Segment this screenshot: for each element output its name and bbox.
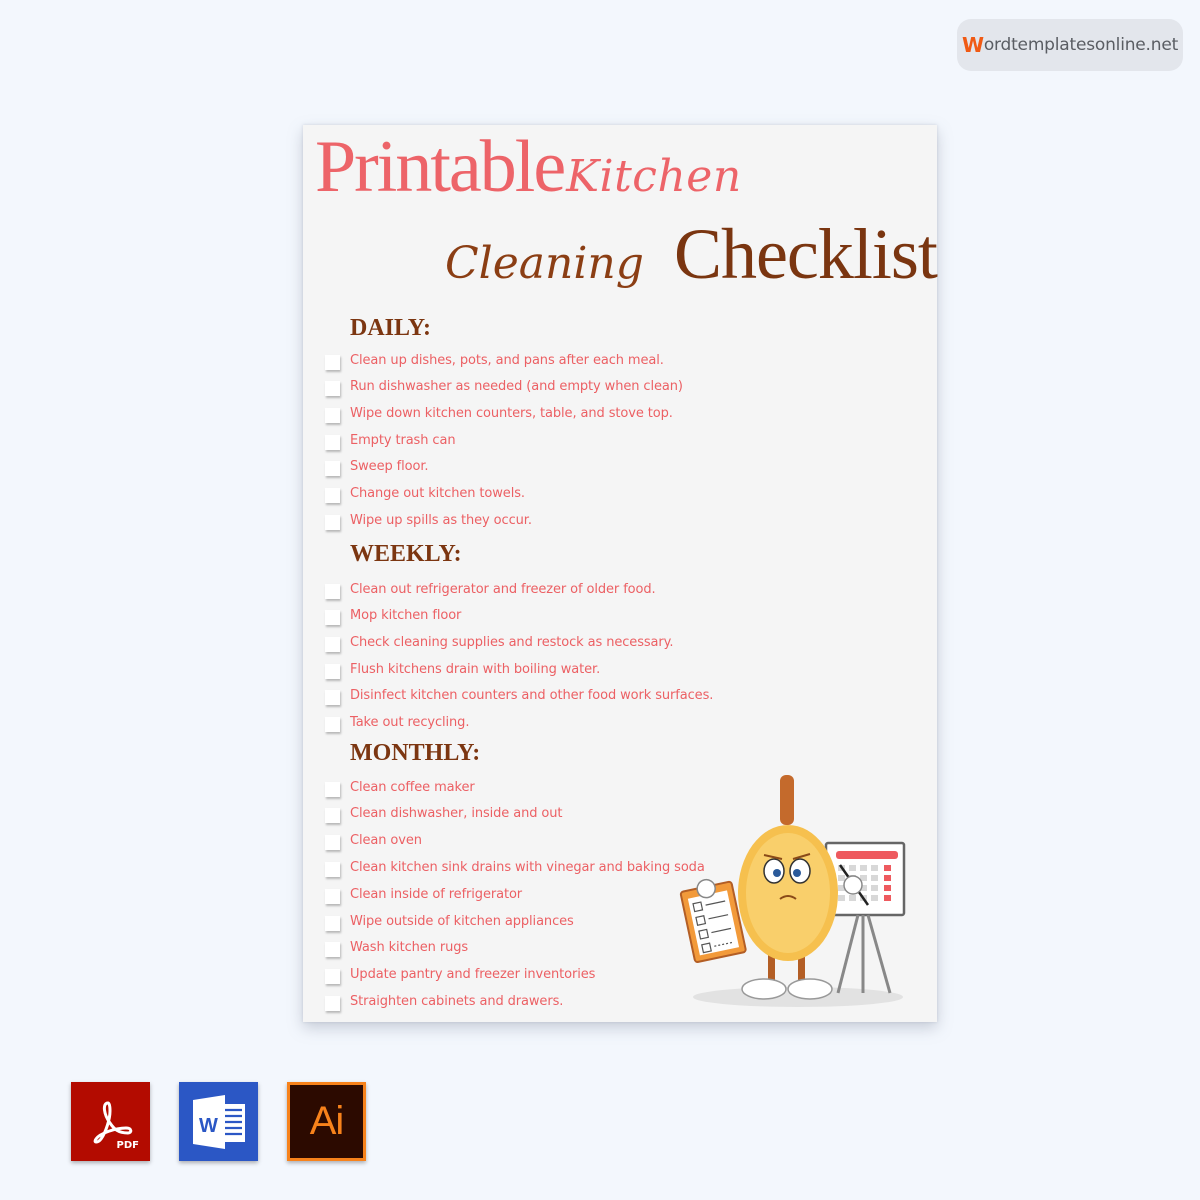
checklist-item[interactable]: Wipe up spills as they occur. (325, 510, 532, 530)
duster-handle (780, 775, 794, 825)
checklist-item[interactable]: Clean out refrigerator and freezer of ol… (325, 579, 656, 599)
checklist-item[interactable]: Wipe outside of kitchen appliances (325, 911, 574, 931)
checkbox[interactable] (325, 488, 340, 503)
checklist-item[interactable]: Wipe down kitchen counters, table, and s… (325, 403, 673, 423)
word-icon: W (192, 1094, 245, 1149)
clipboard (679, 878, 747, 963)
checklist-item-label: Flush kitchens drain with boiling water. (350, 661, 601, 677)
section-heading-monthly: MONTHLY: (350, 740, 481, 766)
brand-name: ordtemplatesonline.net (983, 35, 1179, 55)
checklist-item-label: Update pantry and freezer inventories (350, 967, 596, 983)
checklist-document: PrintableKitchen Cleaning Checklist DAILY… (303, 125, 938, 1022)
checklist-item[interactable]: Clean oven (325, 831, 422, 851)
checklist-item[interactable]: Mop kitchen floor (325, 606, 461, 626)
checklist-item-label: Wipe up spills as they occur. (350, 512, 532, 528)
checkbox[interactable] (325, 942, 340, 958)
checklist-item[interactable]: Clean kitchen sink drains with vinegar a… (325, 857, 705, 877)
title-line-2: Cleaning Checklist (445, 213, 938, 296)
checklist-item-label: Wipe down kitchen counters, table, and s… (350, 405, 673, 421)
checkbox[interactable] (325, 461, 340, 477)
checklist-item-label: Mop kitchen floor (350, 608, 462, 624)
checklist-item[interactable]: Wash kitchen rugs (325, 938, 468, 958)
checkbox[interactable] (325, 434, 340, 450)
checklist-item-label: Wipe outside of kitchen appliances (350, 913, 574, 929)
checkbox[interactable] (325, 915, 340, 931)
checklist-item[interactable]: Clean inside of refrigerator (325, 884, 522, 904)
checklist-item-label: Clean up dishes, pots, and pans after ea… (350, 352, 664, 368)
checklist-item[interactable]: Update pantry and freezer inventories (325, 965, 595, 985)
checklist-item[interactable]: Take out recycling. (325, 713, 469, 733)
checklist-item-label: Disinfect kitchen counters and other foo… (350, 688, 714, 704)
checklist-item[interactable]: Check cleaning supplies and restock as n… (325, 632, 674, 652)
word-download-button[interactable]: W (179, 1082, 258, 1161)
title-checklist: Checklist (673, 214, 938, 294)
checkbox[interactable] (325, 969, 340, 985)
checklist-item[interactable]: Straighten cabinets and drawers. (325, 991, 563, 1011)
title-cleaning: Cleaning (445, 238, 644, 289)
illustrator-download-button[interactable]: Ai (287, 1082, 366, 1161)
checklist-item-label: Straighten cabinets and drawers. (350, 993, 564, 1009)
checklist-item[interactable]: Flush kitchens drain with boiling water. (325, 659, 600, 679)
checklist-item-label: Clean kitchen sink drains with vinegar a… (350, 859, 705, 875)
title-kitchen: Kitchen (566, 151, 742, 202)
brand-logo-letter: W (961, 33, 984, 57)
pdf-label: PDF (116, 1140, 139, 1151)
checklist-item-label: Clean dishwasher, inside and out (350, 806, 563, 822)
checklist-item-label: Sweep floor. (350, 459, 429, 475)
title-line-1: PrintableKitchen (315, 125, 742, 210)
checkbox[interactable] (325, 781, 340, 797)
checklist-item[interactable]: Change out kitchen towels. (325, 484, 525, 504)
checklist-item[interactable]: Run dishwasher as needed (and empty when… (325, 377, 683, 397)
checkbox[interactable] (325, 636, 340, 652)
checkbox[interactable] (325, 663, 340, 679)
checkbox[interactable] (325, 381, 340, 397)
checklist-item[interactable]: Sweep floor. (325, 457, 429, 477)
checkbox[interactable] (325, 717, 340, 732)
checklist-item-label: Check cleaning supplies and restock as n… (350, 634, 674, 650)
duster-mascot-illustration (679, 775, 906, 1007)
checkbox[interactable] (325, 835, 340, 851)
checkbox[interactable] (325, 610, 340, 626)
checkbox[interactable] (325, 407, 340, 423)
checkbox[interactable] (325, 690, 340, 706)
checklist-item-label: Empty trash can (350, 432, 456, 448)
checklist-item[interactable]: Disinfect kitchen counters and other foo… (325, 686, 713, 706)
checklist-item-label: Clean out refrigerator and freezer of ol… (350, 581, 656, 597)
checklist-item-label: Take out recycling. (350, 715, 470, 730)
checklist-item-label: Change out kitchen towels. (350, 486, 525, 501)
checklist-item-label: Run dishwasher as needed (and empty when… (350, 379, 683, 395)
acrobat-icon (93, 1101, 132, 1143)
checkbox[interactable] (325, 583, 340, 599)
checklist-item[interactable]: Clean up dishes, pots, and pans after ea… (325, 350, 664, 370)
illustrator-icon: Ai (290, 1085, 363, 1158)
checkbox[interactable] (325, 808, 340, 824)
section-heading-daily: DAILY: (350, 315, 431, 341)
checkbox[interactable] (325, 995, 340, 1011)
brand-badge[interactable]: Wordtemplatesonline.net (957, 19, 1183, 71)
checklist-item-label: Clean oven (350, 833, 422, 849)
checklist-item-label: Clean inside of refrigerator (350, 886, 523, 902)
checklist-item[interactable]: Clean coffee maker (325, 777, 475, 797)
checkbox[interactable] (325, 354, 340, 370)
checkbox[interactable] (325, 514, 340, 530)
calendar-board (824, 841, 906, 994)
title-printable: Printable (315, 126, 566, 208)
checkbox[interactable] (325, 888, 340, 904)
section-heading-weekly: WEEKLY: (350, 541, 462, 567)
checklist-item[interactable]: Empty trash can (325, 430, 456, 450)
pdf-download-button[interactable]: PDF (71, 1082, 150, 1161)
word-letter: W (199, 1115, 218, 1137)
checklist-item-label: Wash kitchen rugs (350, 940, 469, 956)
checkbox[interactable] (325, 861, 340, 877)
checklist-item-label: Clean coffee maker (350, 779, 475, 795)
checklist-item[interactable]: Clean dishwasher, inside and out (325, 804, 563, 824)
